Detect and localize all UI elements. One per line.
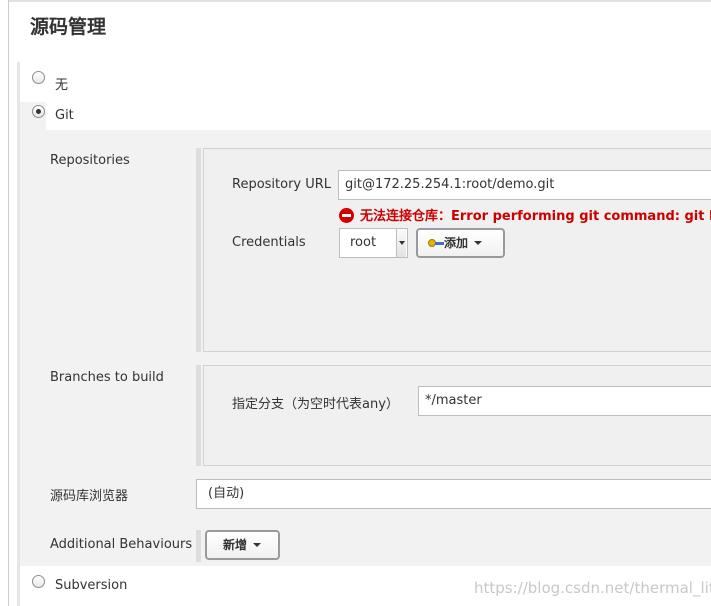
repo-browser-label: 源码库浏览器 [50, 489, 129, 504]
chevron-down-icon[interactable] [396, 229, 406, 257]
repositories-label: Repositories [50, 153, 130, 168]
scm-git-radio[interactable] [32, 105, 45, 118]
scm-none-label: 无 [55, 78, 69, 93]
caret-down-icon [474, 241, 483, 245]
repository-error-text: 无法连接仓库：Error performing git command: git… [360, 209, 711, 224]
watermark-text: https://blog.csdn.net/thermal_life [474, 579, 711, 597]
add-behaviour-button[interactable]: 新增 [205, 530, 280, 560]
repo-browser-select[interactable]: (自动) [196, 479, 711, 509]
branch-specifier-input[interactable]: */master [418, 386, 711, 416]
scm-git-label: Git [55, 108, 74, 123]
section-title: 源码管理 [30, 16, 107, 38]
add-credentials-button[interactable]: 添加 [416, 228, 505, 258]
scm-none-radio[interactable] [32, 71, 45, 84]
repositories-bar [196, 148, 201, 352]
credentials-label: Credentials [232, 235, 306, 250]
add-credentials-label: 添加 [444, 236, 469, 250]
page-left-border [8, 0, 9, 606]
repository-url-label: Repository URL [232, 177, 332, 192]
top-divider [9, 0, 711, 2]
behaviours-bar [196, 530, 201, 562]
credentials-selected-value: root [350, 235, 377, 250]
scm-subversion-label: Subversion [55, 578, 128, 593]
repository-error-message: 无法连接仓库：Error performing git command: git… [339, 205, 711, 224]
caret-down-icon [253, 543, 262, 547]
branch-specifier-label: 指定分支（为空时代表any） [232, 397, 399, 412]
scm-subversion-radio[interactable] [32, 575, 45, 588]
branches-bar [196, 365, 201, 466]
repository-url-input[interactable]: git@172.25.254.1:root/demo.git [338, 170, 711, 200]
branches-label: Branches to build [50, 370, 164, 385]
error-icon [339, 208, 354, 223]
additional-behaviours-label: Additional Behaviours [50, 537, 193, 552]
add-behaviour-label: 新增 [223, 538, 248, 552]
key-icon [428, 238, 444, 248]
